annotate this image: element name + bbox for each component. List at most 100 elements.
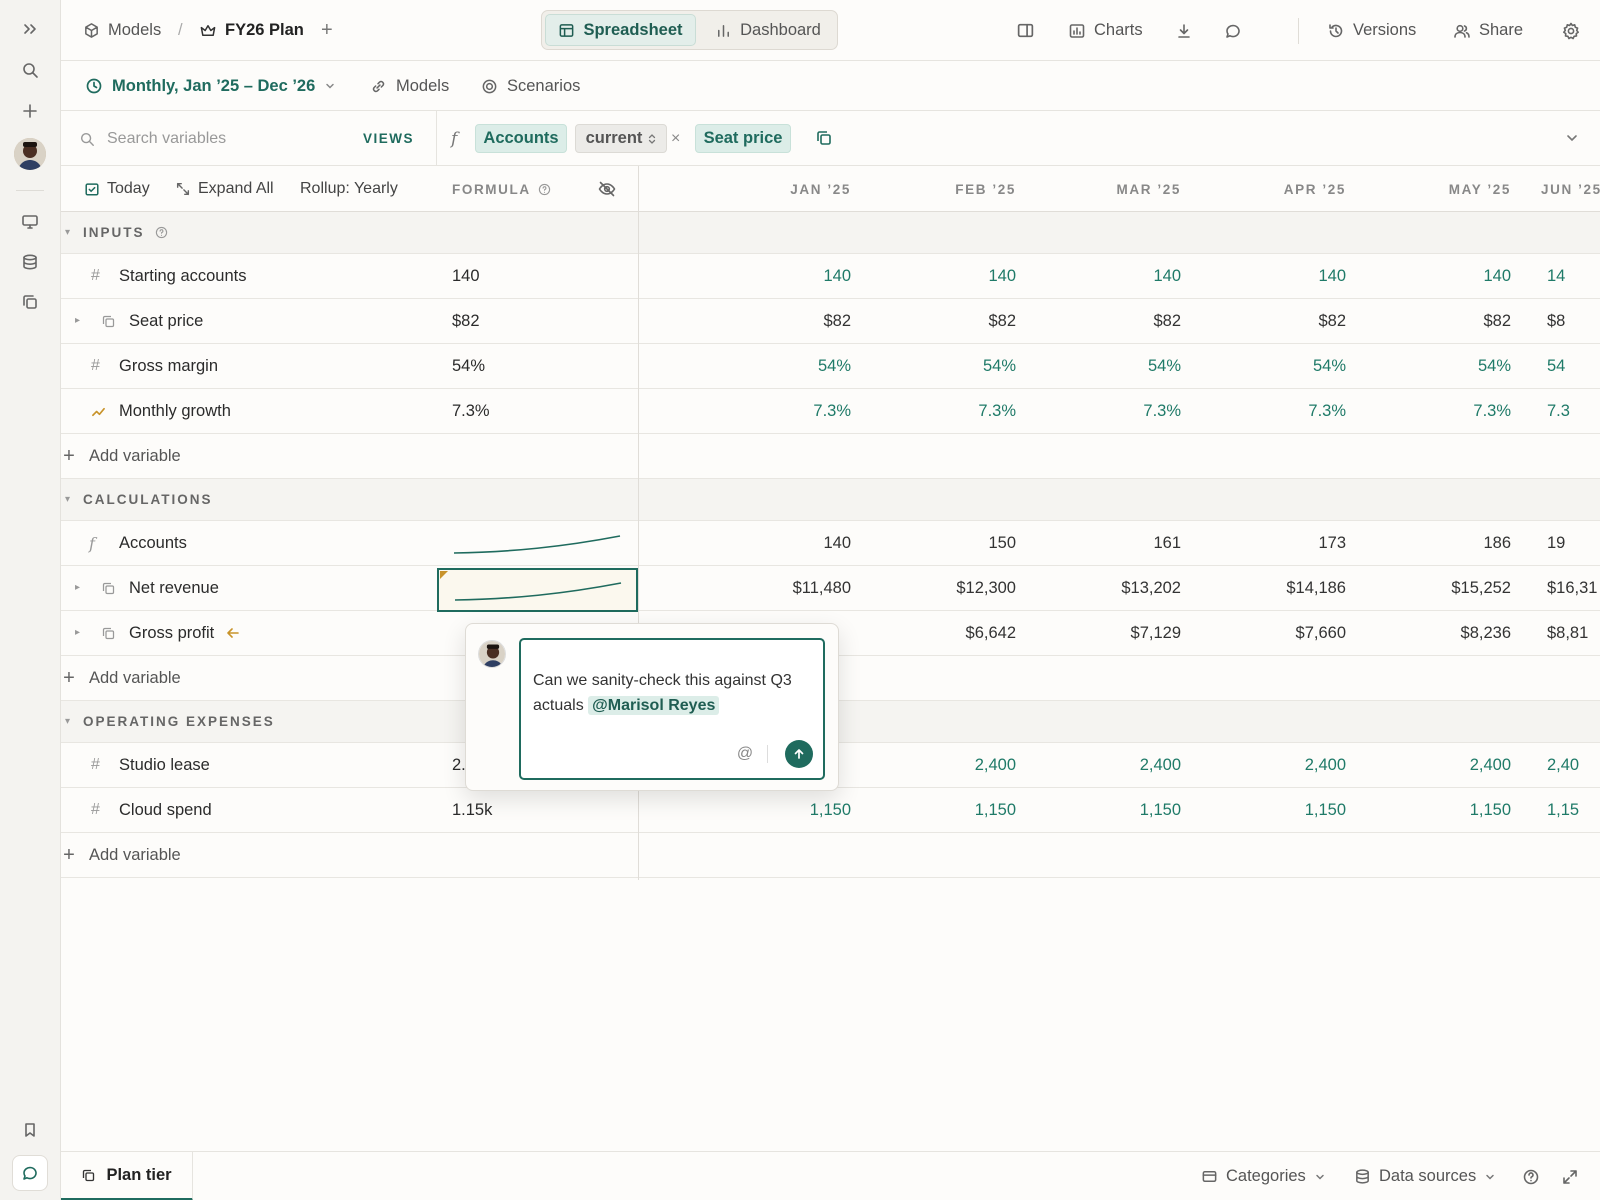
value-cell[interactable]: 150 <box>886 521 1016 565</box>
value-cell[interactable]: 173 <box>1216 521 1346 565</box>
section-inputs[interactable]: ▾ INPUTS <box>61 212 1600 254</box>
value-cell[interactable]: $15,252 <box>1381 566 1511 610</box>
value-cell[interactable]: 54% <box>1381 344 1511 388</box>
formula-cell[interactable]: 54% <box>452 344 485 388</box>
plus-icon[interactable] <box>16 97 44 125</box>
spreadsheet-view-button[interactable]: Spreadsheet <box>545 14 696 46</box>
views-button[interactable]: VIEWS <box>363 111 414 166</box>
bookmark-icon[interactable] <box>16 1116 44 1144</box>
expand-caret-icon[interactable]: ▸ <box>75 627 80 638</box>
value-cell[interactable]: $16,31 <box>1547 566 1600 610</box>
value-cell[interactable]: $8,81 <box>1547 611 1600 655</box>
value-cell[interactable]: 140 <box>1051 254 1181 298</box>
formula-cell[interactable]: 140 <box>452 254 480 298</box>
table-row[interactable]: ▸ Net revenue $11,480 $12,300 $13,202 $1… <box>61 566 1600 611</box>
value-cell[interactable]: 1,150 <box>721 788 851 832</box>
value-cell[interactable]: $8 <box>1547 299 1600 343</box>
expand-caret-icon[interactable]: ▸ <box>75 315 80 326</box>
value-cell[interactable]: 2,400 <box>1216 743 1346 787</box>
formula-cell[interactable]: $82 <box>452 299 480 343</box>
value-cell[interactable]: $82 <box>886 299 1016 343</box>
add-variable-row[interactable]: + Add variable <box>61 434 1600 479</box>
value-cell[interactable]: 54% <box>1051 344 1181 388</box>
value-cell[interactable]: 1,150 <box>1216 788 1346 832</box>
charts-button[interactable]: Charts <box>1068 0 1143 61</box>
selected-formula-cell[interactable] <box>437 568 638 612</box>
value-cell[interactable]: 7.3% <box>1051 389 1181 433</box>
value-cell[interactable]: $11,480 <box>721 566 851 610</box>
formula-cell[interactable]: 7.3% <box>452 389 490 433</box>
value-cell[interactable]: 2,400 <box>1051 743 1181 787</box>
month-header[interactable]: JUN ’25 <box>1541 166 1600 212</box>
value-cell[interactable]: 7.3 <box>1547 389 1600 433</box>
download-button[interactable] <box>1175 0 1193 61</box>
versions-button[interactable]: Versions <box>1327 0 1416 61</box>
dashboard-view-button[interactable]: Dashboard <box>702 14 834 46</box>
table-row[interactable]: Monthly growth 7.3% 7.3% 7.3% 7.3% 7.3% … <box>61 389 1600 434</box>
value-cell[interactable]: $82 <box>721 299 851 343</box>
value-cell[interactable]: 54% <box>886 344 1016 388</box>
value-cell[interactable]: 140 <box>721 521 851 565</box>
comment-text[interactable]: Can we sanity-check this against Q3 actu… <box>533 668 813 718</box>
value-cell[interactable]: 1,15 <box>1547 788 1600 832</box>
value-cell[interactable]: 7.3% <box>886 389 1016 433</box>
models-link[interactable]: Models <box>370 61 449 111</box>
table-row[interactable]: ▸ Seat price $82 $82 $82 $82 $82 $82 $8 <box>61 299 1600 344</box>
table-row[interactable]: # Starting accounts 140 140 140 140 140 … <box>61 254 1600 299</box>
token-accounts[interactable]: Accounts <box>475 124 567 153</box>
section-calculations[interactable]: ▾ CALCULATIONS <box>61 479 1600 521</box>
search-variables[interactable]: Search variables <box>79 111 226 166</box>
help-icon[interactable] <box>155 226 168 239</box>
value-cell[interactable]: 54% <box>1216 344 1346 388</box>
settings-button[interactable] <box>1561 0 1581 61</box>
value-cell[interactable]: 186 <box>1381 521 1511 565</box>
rollup-selector[interactable]: Rollup: Yearly <box>300 166 398 212</box>
time-range-selector[interactable]: Monthly, Jan ’25 – Dec ’26 <box>85 61 336 111</box>
variable-name[interactable]: Net revenue <box>129 566 219 610</box>
value-cell[interactable]: 54 <box>1547 344 1600 388</box>
value-cell[interactable]: $7,129 <box>1051 611 1181 655</box>
database-icon[interactable] <box>16 248 44 276</box>
variable-name[interactable]: Accounts <box>119 521 187 565</box>
data-sources-dropdown[interactable]: Data sources <box>1354 1152 1496 1200</box>
collapse-caret-icon[interactable]: ▾ <box>65 494 72 505</box>
value-cell[interactable]: 7.3% <box>1381 389 1511 433</box>
variable-name[interactable]: Gross margin <box>119 344 218 388</box>
value-cell[interactable]: 7.3% <box>1216 389 1346 433</box>
month-header[interactable]: MAR ’25 <box>1051 166 1181 212</box>
fullscreen-button[interactable] <box>1561 1152 1579 1200</box>
variable-name[interactable]: Cloud spend <box>119 788 212 832</box>
comment-button[interactable] <box>1224 0 1242 61</box>
add-variable-button[interactable]: + Add variable <box>61 833 181 877</box>
token-seat-price[interactable]: Seat price <box>695 124 791 153</box>
share-button[interactable]: Share <box>1453 0 1523 61</box>
search-icon[interactable] <box>16 56 44 84</box>
scenarios-link[interactable]: Scenarios <box>481 61 580 111</box>
value-cell[interactable]: $7,660 <box>1216 611 1346 655</box>
value-cell[interactable]: 140 <box>1216 254 1346 298</box>
plan-tier-tab[interactable]: Plan tier <box>61 1152 193 1200</box>
variable-name[interactable]: Studio lease <box>119 743 210 787</box>
value-cell[interactable]: $82 <box>1381 299 1511 343</box>
comments-icon[interactable] <box>12 1155 48 1191</box>
expand-all-button[interactable]: Expand All <box>175 166 274 212</box>
panel-toggle-button[interactable] <box>1016 0 1035 61</box>
variable-name[interactable]: Gross profit <box>129 611 240 655</box>
table-row[interactable]: f Accounts 140 150 161 173 186 19 <box>61 521 1600 566</box>
categories-dropdown[interactable]: Categories <box>1201 1152 1326 1200</box>
mention-icon[interactable]: @ <box>734 743 756 765</box>
monitor-icon[interactable] <box>16 208 44 236</box>
add-variable-row[interactable]: + Add variable <box>61 833 1600 878</box>
copy-icon[interactable] <box>16 288 44 316</box>
value-cell[interactable]: 2,400 <box>1381 743 1511 787</box>
table-row[interactable]: # Cloud spend 1.15k 1,150 1,150 1,150 1,… <box>61 788 1600 833</box>
collapse-caret-icon[interactable]: ▾ <box>65 716 72 727</box>
send-button[interactable] <box>785 740 813 768</box>
mention-chip[interactable]: @Marisol Reyes <box>588 696 720 715</box>
help-icon[interactable] <box>538 183 551 196</box>
collapse-caret-icon[interactable]: ▾ <box>65 227 72 238</box>
value-cell[interactable]: 1,150 <box>1051 788 1181 832</box>
value-cell[interactable]: $13,202 <box>1051 566 1181 610</box>
add-variable-button[interactable]: + Add variable <box>61 656 181 700</box>
expand-rail-icon[interactable] <box>16 15 44 43</box>
